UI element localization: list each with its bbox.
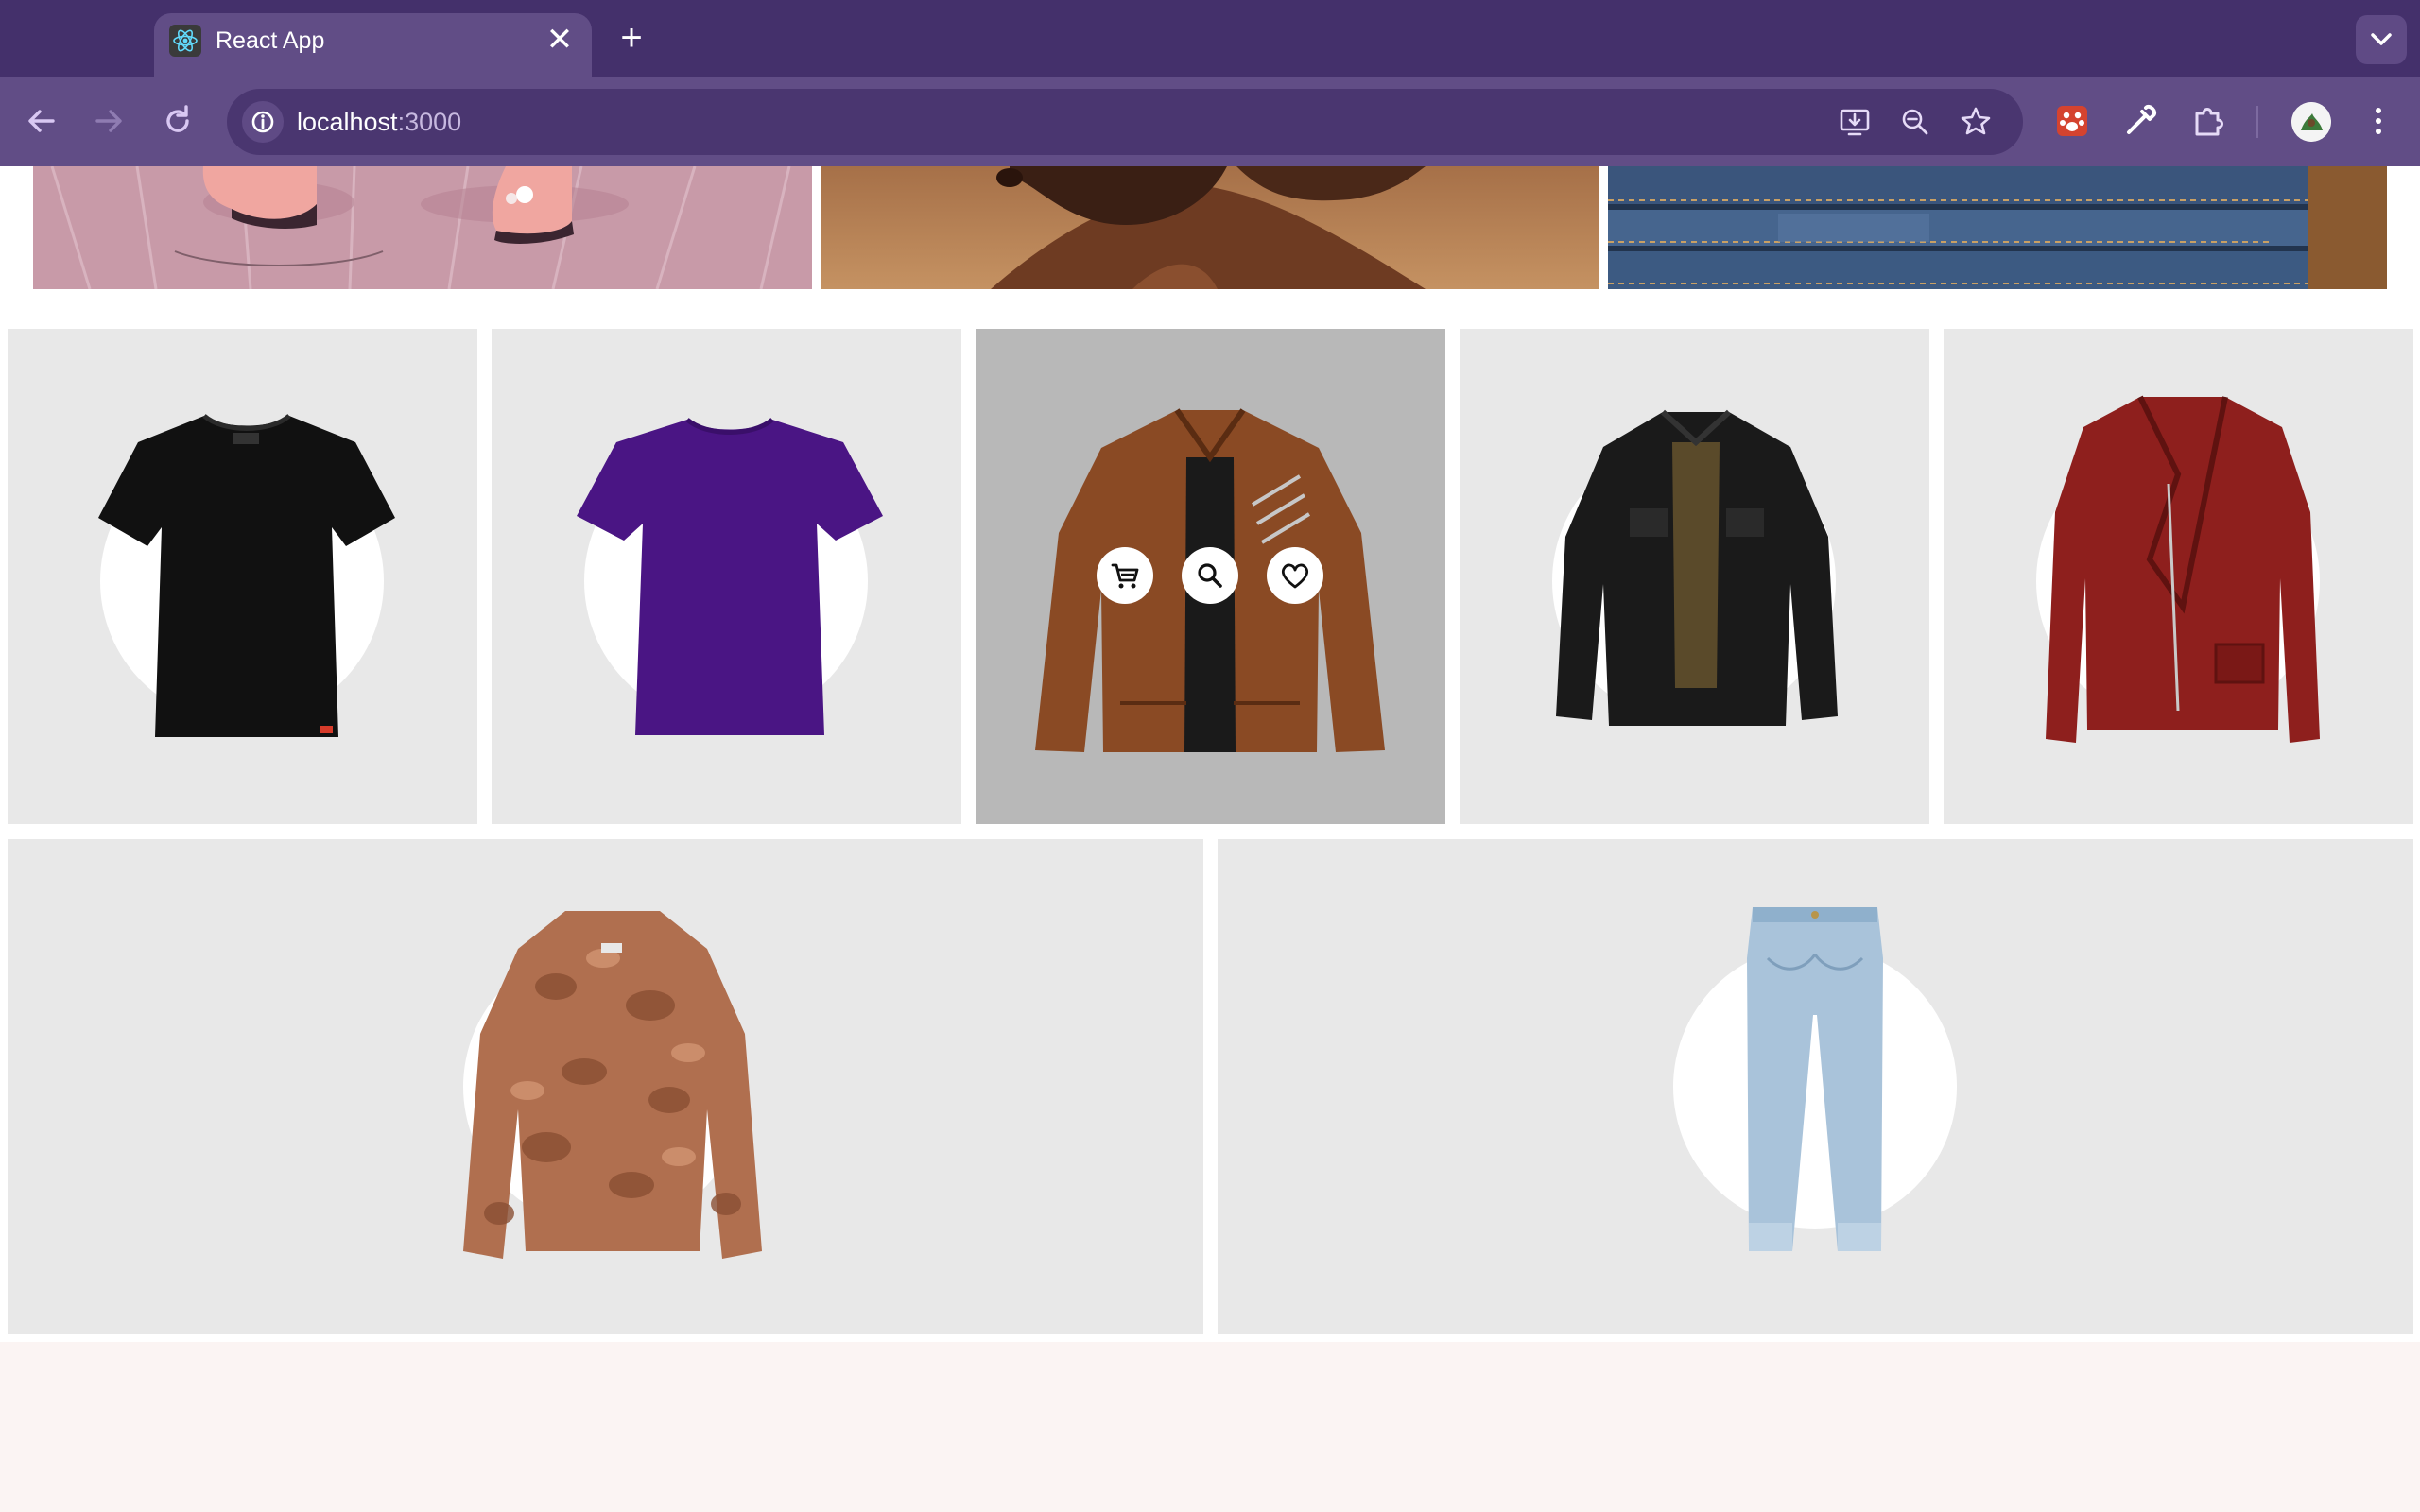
product-card[interactable] xyxy=(492,329,961,824)
arrow-left-icon[interactable] xyxy=(19,98,64,144)
star-icon[interactable] xyxy=(1957,103,1995,141)
address-bar[interactable]: localhost:3000 xyxy=(227,89,2023,155)
kebab-menu-icon[interactable] xyxy=(2356,98,2401,144)
search-icon[interactable] xyxy=(1182,547,1238,604)
browser-toolbar: localhost:3000 xyxy=(0,77,2420,166)
zoom-out-icon[interactable] xyxy=(1896,103,1934,141)
cart-icon[interactable] xyxy=(1097,547,1153,604)
toolbar-divider xyxy=(2256,106,2258,138)
info-icon[interactable] xyxy=(242,101,284,143)
footer-area xyxy=(0,1342,2420,1512)
product-card[interactable] xyxy=(8,839,1203,1334)
react-logo-icon xyxy=(169,25,201,57)
avatar[interactable] xyxy=(2291,102,2331,142)
extension-paw-icon[interactable] xyxy=(2049,98,2095,144)
close-icon[interactable]: ✕ xyxy=(543,23,577,57)
product-card[interactable] xyxy=(1460,329,1929,824)
product-card[interactable] xyxy=(1944,329,2413,824)
red-leather-jacket-image xyxy=(2036,389,2329,763)
puzzle-icon[interactable] xyxy=(2186,98,2231,144)
purple-tshirt-image xyxy=(569,412,890,747)
black-jacket-image xyxy=(1554,404,1838,749)
brown-banner[interactable] xyxy=(821,166,1599,289)
product-card[interactable] xyxy=(1218,839,2413,1334)
heart-icon[interactable] xyxy=(1267,547,1323,604)
url-host: localhost xyxy=(297,108,398,136)
color-picker-icon[interactable] xyxy=(2118,98,2163,144)
fur-jacket-image xyxy=(461,902,764,1275)
page-content xyxy=(0,166,2420,1512)
reload-icon[interactable] xyxy=(155,98,200,144)
url-text: localhost:3000 xyxy=(297,104,461,140)
shoes-banner[interactable] xyxy=(33,166,812,289)
jeans-banner[interactable] xyxy=(1608,166,2387,289)
product-card-hovered[interactable] xyxy=(976,329,1445,824)
tab-title: React App xyxy=(216,27,325,54)
arrow-right-icon[interactable] xyxy=(86,98,131,144)
product-card[interactable] xyxy=(8,329,477,824)
browser-tab[interactable]: React App ✕ xyxy=(154,13,592,79)
chevron-down-icon[interactable] xyxy=(2356,15,2407,64)
url-port: :3000 xyxy=(397,108,462,136)
card-action-row xyxy=(1097,547,1323,604)
browser-tabstrip: React App ✕ + xyxy=(0,0,2420,79)
install-app-icon[interactable] xyxy=(1836,103,1874,141)
black-tshirt-image xyxy=(91,404,403,749)
new-tab-button[interactable]: + xyxy=(613,19,650,57)
light-jeans-image xyxy=(1739,902,1891,1275)
